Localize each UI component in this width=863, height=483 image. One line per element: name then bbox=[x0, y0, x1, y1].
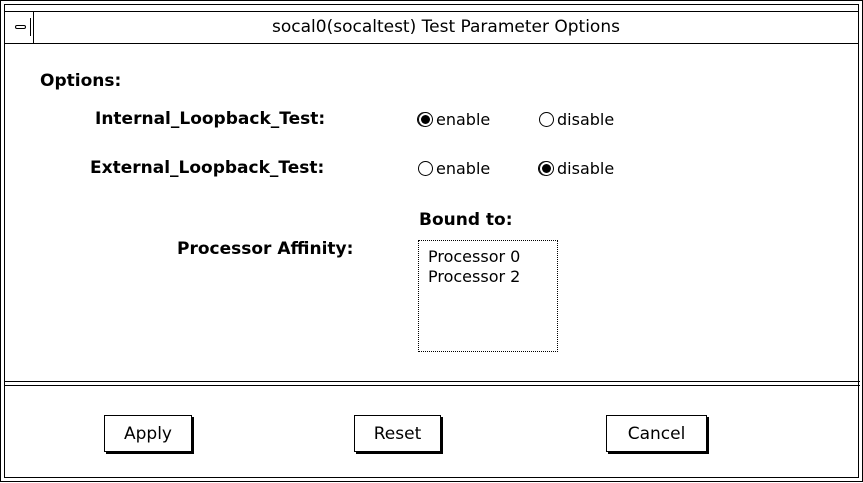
options-panel: Options: Internal_Loopback_Test: enable … bbox=[1, 1, 863, 483]
test-parameter-options-window: socal0(socaltest) Test Parameter Options… bbox=[0, 0, 863, 482]
external-loopback-disable-label: disable bbox=[557, 159, 615, 178]
apply-button[interactable]: Apply bbox=[104, 415, 192, 452]
internal-loopback-disable-label: disable bbox=[557, 110, 615, 129]
options-heading: Options: bbox=[40, 71, 122, 91]
list-item[interactable]: Processor 2 bbox=[428, 267, 557, 287]
internal-loopback-enable-option[interactable]: enable bbox=[418, 110, 490, 129]
external-loopback-enable-label: enable bbox=[436, 159, 491, 178]
internal-loopback-disable-radio[interactable] bbox=[539, 112, 554, 127]
internal-loopback-label: Internal_Loopback_Test: bbox=[95, 109, 326, 129]
internal-loopback-enable-radio[interactable] bbox=[418, 112, 433, 127]
divider bbox=[5, 381, 860, 382]
bound-to-label: Bound to: bbox=[419, 210, 513, 230]
external-loopback-disable-option[interactable]: disable bbox=[539, 159, 614, 178]
external-loopback-enable-option[interactable]: enable bbox=[418, 159, 490, 178]
cancel-button[interactable]: Cancel bbox=[606, 415, 707, 452]
external-loopback-label: External_Loopback_Test: bbox=[90, 158, 325, 178]
processor-affinity-label: Processor Affinity: bbox=[177, 239, 354, 259]
processor-affinity-list[interactable]: Processor 0 Processor 2 bbox=[418, 240, 558, 352]
divider bbox=[5, 385, 860, 386]
reset-button[interactable]: Reset bbox=[354, 415, 441, 452]
list-item[interactable]: Processor 0 bbox=[428, 247, 557, 267]
internal-loopback-enable-label: enable bbox=[436, 110, 491, 129]
internal-loopback-disable-option[interactable]: disable bbox=[539, 110, 614, 129]
external-loopback-enable-radio[interactable] bbox=[418, 161, 433, 176]
external-loopback-disable-radio[interactable] bbox=[539, 161, 554, 176]
